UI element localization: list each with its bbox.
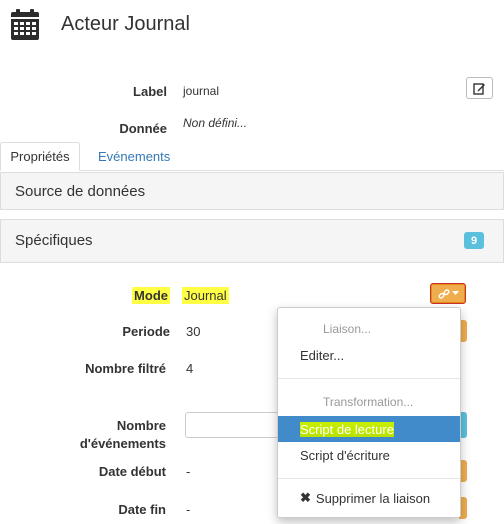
donnee-field-label: Donnée (119, 121, 167, 136)
page-title: Acteur Journal (61, 13, 190, 35)
panel-source-donnees[interactable]: Source de données (0, 172, 504, 210)
nombre-filtre-value: 4 (186, 361, 194, 376)
specifiques-count-badge: 9 (464, 232, 484, 249)
dropdown-header-liaison: Liaison... (323, 322, 372, 336)
date-fin-label: Date fin (118, 502, 166, 517)
link-icon (437, 288, 450, 299)
menu-item-script-ecriture[interactable]: Script d'écriture (278, 442, 460, 468)
tab-evenements[interactable]: Evénements (86, 142, 182, 170)
calendar-icon (11, 9, 39, 40)
mode-label: Mode (132, 287, 170, 304)
menu-item-supprimer-label: Supprimer la liaison (315, 490, 431, 506)
panel-specifiques[interactable]: Spécifiques (0, 219, 504, 263)
date-fin-value: - (186, 502, 191, 517)
date-debut-value: - (186, 464, 191, 479)
nombre-evenements-label-line1: Nombre (116, 418, 166, 433)
remove-icon: ✖ (300, 490, 311, 505)
label-field-value: journal (183, 84, 220, 98)
mode-value: Journal (182, 287, 229, 304)
label-field-label: Label (133, 84, 167, 99)
binding-dropdown-menu: Liaison... Editer... Transformation... S… (277, 307, 461, 518)
nombre-evenements-input[interactable] (185, 412, 280, 438)
periode-value: 30 (186, 324, 201, 339)
nombre-evenements-label-line2: d'événements (79, 436, 166, 451)
donnee-field-value[interactable]: Non défini... (183, 116, 247, 130)
dropdown-divider (278, 378, 460, 379)
menu-item-editer[interactable]: Editer... (278, 342, 460, 368)
nombre-filtre-label: Nombre filtré (85, 361, 166, 376)
menu-item-supprimer-liaison[interactable]: ✖ Supprimer la liaison (278, 485, 460, 511)
caret-down-icon (451, 291, 459, 295)
menu-item-script-lecture[interactable]: Script de lecture (278, 416, 460, 442)
binding-menu-button[interactable] (430, 283, 466, 304)
tab-proprietes[interactable]: Propriétés (0, 142, 80, 171)
panel-specifiques-title: Spécifiques (15, 232, 93, 249)
edit-label-button[interactable] (466, 77, 493, 99)
dropdown-divider (278, 478, 460, 479)
date-debut-label: Date début (98, 464, 166, 479)
panel-source-title: Source de données (15, 183, 146, 200)
edit-icon (473, 82, 485, 95)
dropdown-header-transformation: Transformation... (323, 395, 414, 409)
periode-label: Periode (122, 324, 170, 339)
